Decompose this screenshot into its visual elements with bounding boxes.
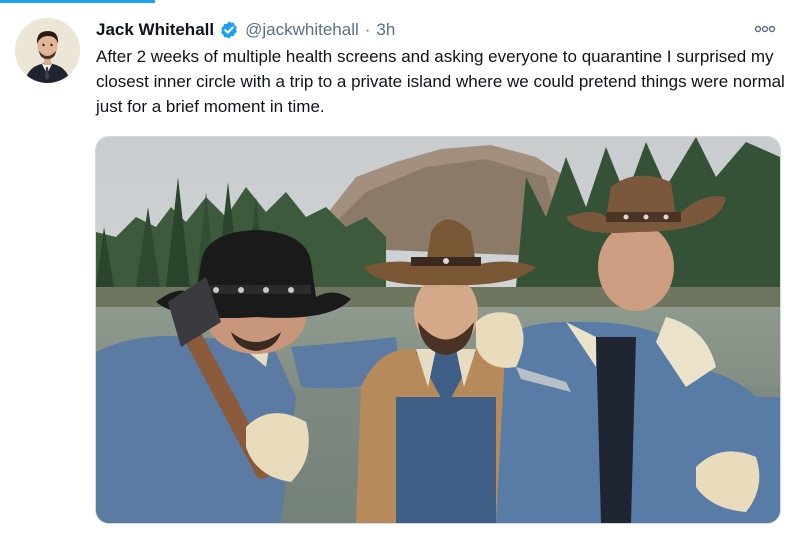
author-avatar[interactable] xyxy=(15,18,80,83)
verified-badge-icon xyxy=(219,20,239,40)
separator-dot: · xyxy=(364,20,371,39)
tweet-photo[interactable] xyxy=(95,136,781,524)
tweet[interactable]: Jack Whitehall @jackwhitehall · 3h After… xyxy=(0,0,800,536)
author-display-name[interactable]: Jack Whitehall xyxy=(96,20,214,40)
tweet-timestamp[interactable]: 3h xyxy=(376,20,395,40)
more-options-icon[interactable] xyxy=(752,16,778,42)
tweet-text: After 2 weeks of multiple health screens… xyxy=(96,47,785,116)
tweet-header: Jack Whitehall @jackwhitehall · 3h xyxy=(96,18,780,42)
author-handle[interactable]: @jackwhitehall xyxy=(245,20,359,40)
